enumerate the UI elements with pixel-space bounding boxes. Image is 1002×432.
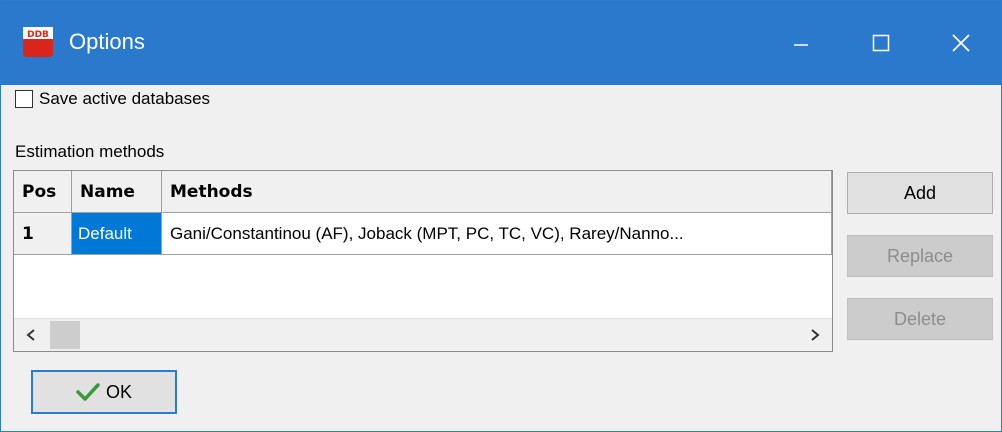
row-pos-cell[interactable]: 1 [14, 213, 72, 255]
chevron-right-icon [811, 329, 820, 341]
replace-button[interactable]: Replace [847, 235, 993, 277]
ok-label: OK [105, 381, 132, 402]
add-button[interactable]: Add [847, 172, 993, 214]
close-button[interactable] [921, 1, 1001, 85]
column-header-methods[interactable]: Methods [162, 171, 832, 213]
horizontal-scrollbar[interactable] [14, 318, 832, 351]
maximize-icon [872, 34, 890, 52]
ddb-app-icon: DDB [23, 25, 53, 59]
scroll-right-button[interactable] [798, 319, 832, 351]
scrollbar-thumb[interactable] [50, 321, 80, 349]
row-methods-cell[interactable]: Gani/Constantinou (AF), Joback (MPT, PC,… [162, 213, 832, 255]
minimize-icon [794, 44, 808, 46]
save-active-databases-checkbox[interactable] [15, 90, 33, 108]
grid-header-row: Pos Name Methods [14, 171, 832, 213]
window-title: Options [69, 29, 145, 54]
minimize-button[interactable] [761, 1, 841, 85]
chevron-left-icon [26, 329, 35, 341]
maximize-button[interactable] [841, 1, 921, 85]
delete-button[interactable]: Delete [847, 298, 993, 340]
scroll-left-button[interactable] [14, 319, 48, 351]
save-active-databases-label[interactable]: Save active databases [39, 89, 210, 109]
ok-button[interactable]: OK [31, 370, 177, 414]
table-row[interactable]: 1 Default Gani/Constantinou (AF), Joback… [14, 213, 832, 255]
estimation-methods-grid[interactable]: Pos Name Methods 1 Default Gani/Constant… [13, 170, 833, 352]
row-name-cell[interactable]: Default [72, 213, 162, 255]
save-active-databases-option[interactable]: Save active databases [15, 89, 210, 109]
checkmark-icon [76, 382, 100, 402]
title-bar[interactable]: DDB Options [1, 1, 1001, 85]
close-icon [952, 34, 970, 52]
estimation-methods-label: Estimation methods [15, 142, 165, 161]
column-header-pos[interactable]: Pos [14, 171, 72, 213]
column-header-name[interactable]: Name [72, 171, 162, 213]
svg-text:DDB: DDB [27, 30, 49, 40]
options-dialog: DDB Options Save active databases Estima… [0, 0, 1002, 432]
